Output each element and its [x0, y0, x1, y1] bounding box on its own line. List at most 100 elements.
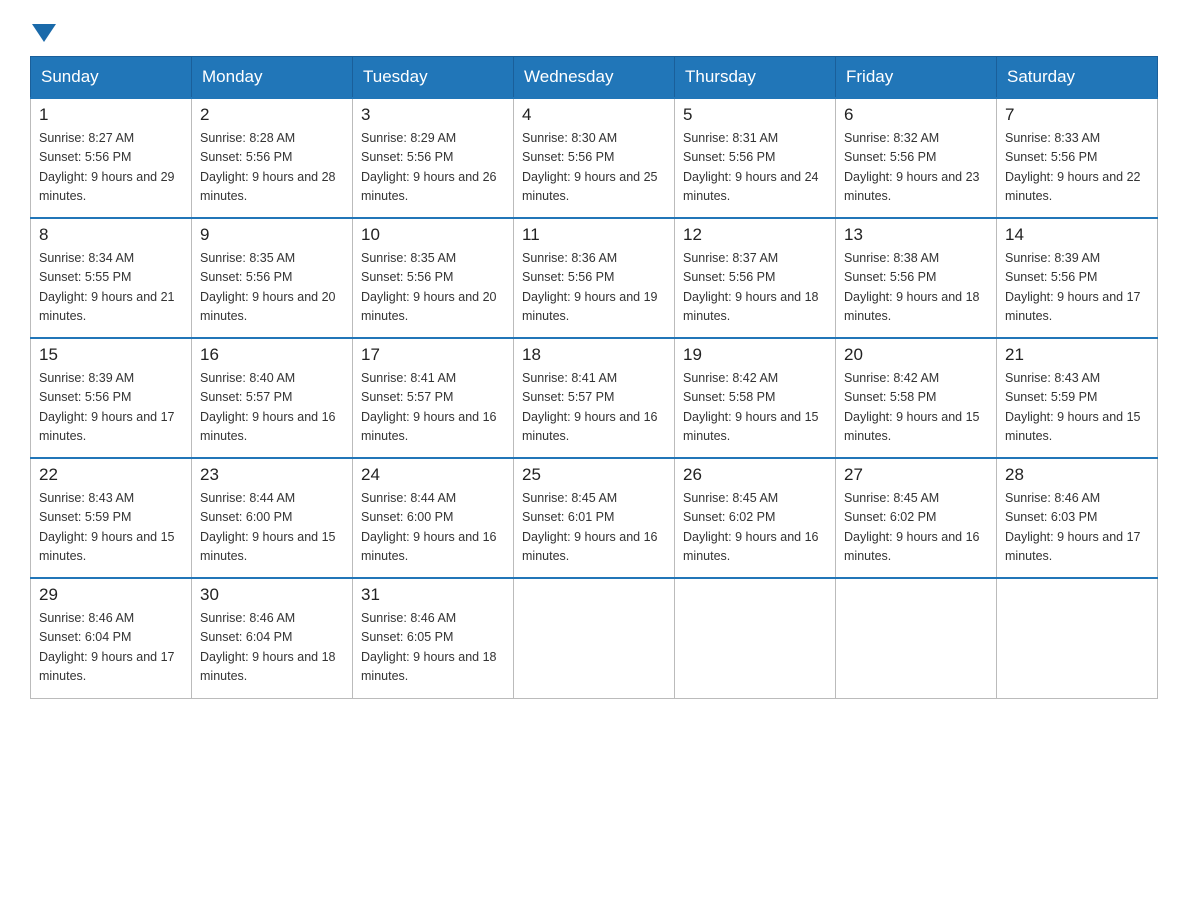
day-info: Sunrise: 8:42 AMSunset: 5:58 PMDaylight:… — [844, 369, 988, 447]
day-number: 17 — [361, 345, 505, 365]
calendar-cell: 16 Sunrise: 8:40 AMSunset: 5:57 PMDaylig… — [192, 338, 353, 458]
day-info: Sunrise: 8:43 AMSunset: 5:59 PMDaylight:… — [39, 489, 183, 567]
calendar-cell: 2 Sunrise: 8:28 AMSunset: 5:56 PMDayligh… — [192, 98, 353, 218]
logo-arrow-icon — [32, 24, 56, 42]
calendar-header-wednesday: Wednesday — [514, 57, 675, 99]
day-number: 18 — [522, 345, 666, 365]
week-row-1: 1 Sunrise: 8:27 AMSunset: 5:56 PMDayligh… — [31, 98, 1158, 218]
day-number: 19 — [683, 345, 827, 365]
day-info: Sunrise: 8:46 AMSunset: 6:05 PMDaylight:… — [361, 609, 505, 687]
calendar-cell: 21 Sunrise: 8:43 AMSunset: 5:59 PMDaylig… — [997, 338, 1158, 458]
logo — [30, 20, 58, 38]
day-number: 1 — [39, 105, 183, 125]
calendar-cell: 11 Sunrise: 8:36 AMSunset: 5:56 PMDaylig… — [514, 218, 675, 338]
day-number: 31 — [361, 585, 505, 605]
calendar-cell: 13 Sunrise: 8:38 AMSunset: 5:56 PMDaylig… — [836, 218, 997, 338]
calendar-cell: 27 Sunrise: 8:45 AMSunset: 6:02 PMDaylig… — [836, 458, 997, 578]
week-row-2: 8 Sunrise: 8:34 AMSunset: 5:55 PMDayligh… — [31, 218, 1158, 338]
calendar-header-friday: Friday — [836, 57, 997, 99]
day-info: Sunrise: 8:34 AMSunset: 5:55 PMDaylight:… — [39, 249, 183, 327]
day-number: 23 — [200, 465, 344, 485]
day-number: 22 — [39, 465, 183, 485]
calendar-cell — [997, 578, 1158, 698]
day-info: Sunrise: 8:46 AMSunset: 6:04 PMDaylight:… — [39, 609, 183, 687]
calendar-cell — [514, 578, 675, 698]
day-number: 30 — [200, 585, 344, 605]
day-number: 20 — [844, 345, 988, 365]
calendar-cell: 9 Sunrise: 8:35 AMSunset: 5:56 PMDayligh… — [192, 218, 353, 338]
calendar-cell: 22 Sunrise: 8:43 AMSunset: 5:59 PMDaylig… — [31, 458, 192, 578]
day-info: Sunrise: 8:45 AMSunset: 6:01 PMDaylight:… — [522, 489, 666, 567]
day-number: 11 — [522, 225, 666, 245]
calendar-cell: 3 Sunrise: 8:29 AMSunset: 5:56 PMDayligh… — [353, 98, 514, 218]
week-row-5: 29 Sunrise: 8:46 AMSunset: 6:04 PMDaylig… — [31, 578, 1158, 698]
calendar-cell: 5 Sunrise: 8:31 AMSunset: 5:56 PMDayligh… — [675, 98, 836, 218]
day-info: Sunrise: 8:30 AMSunset: 5:56 PMDaylight:… — [522, 129, 666, 207]
day-info: Sunrise: 8:42 AMSunset: 5:58 PMDaylight:… — [683, 369, 827, 447]
calendar-cell: 12 Sunrise: 8:37 AMSunset: 5:56 PMDaylig… — [675, 218, 836, 338]
calendar-header-sunday: Sunday — [31, 57, 192, 99]
calendar-cell: 4 Sunrise: 8:30 AMSunset: 5:56 PMDayligh… — [514, 98, 675, 218]
day-info: Sunrise: 8:32 AMSunset: 5:56 PMDaylight:… — [844, 129, 988, 207]
day-info: Sunrise: 8:39 AMSunset: 5:56 PMDaylight:… — [39, 369, 183, 447]
day-number: 26 — [683, 465, 827, 485]
calendar-header-thursday: Thursday — [675, 57, 836, 99]
day-info: Sunrise: 8:36 AMSunset: 5:56 PMDaylight:… — [522, 249, 666, 327]
calendar-cell: 7 Sunrise: 8:33 AMSunset: 5:56 PMDayligh… — [997, 98, 1158, 218]
day-number: 2 — [200, 105, 344, 125]
day-number: 6 — [844, 105, 988, 125]
calendar-header-tuesday: Tuesday — [353, 57, 514, 99]
calendar-cell: 6 Sunrise: 8:32 AMSunset: 5:56 PMDayligh… — [836, 98, 997, 218]
day-info: Sunrise: 8:44 AMSunset: 6:00 PMDaylight:… — [361, 489, 505, 567]
day-info: Sunrise: 8:29 AMSunset: 5:56 PMDaylight:… — [361, 129, 505, 207]
calendar-cell: 19 Sunrise: 8:42 AMSunset: 5:58 PMDaylig… — [675, 338, 836, 458]
day-number: 21 — [1005, 345, 1149, 365]
day-number: 8 — [39, 225, 183, 245]
day-number: 12 — [683, 225, 827, 245]
day-info: Sunrise: 8:44 AMSunset: 6:00 PMDaylight:… — [200, 489, 344, 567]
calendar-cell: 23 Sunrise: 8:44 AMSunset: 6:00 PMDaylig… — [192, 458, 353, 578]
day-number: 5 — [683, 105, 827, 125]
day-info: Sunrise: 8:41 AMSunset: 5:57 PMDaylight:… — [522, 369, 666, 447]
week-row-3: 15 Sunrise: 8:39 AMSunset: 5:56 PMDaylig… — [31, 338, 1158, 458]
day-info: Sunrise: 8:31 AMSunset: 5:56 PMDaylight:… — [683, 129, 827, 207]
day-number: 4 — [522, 105, 666, 125]
calendar-cell — [675, 578, 836, 698]
week-row-4: 22 Sunrise: 8:43 AMSunset: 5:59 PMDaylig… — [31, 458, 1158, 578]
calendar-cell: 29 Sunrise: 8:46 AMSunset: 6:04 PMDaylig… — [31, 578, 192, 698]
page-header — [30, 20, 1158, 38]
day-number: 9 — [200, 225, 344, 245]
day-number: 24 — [361, 465, 505, 485]
day-number: 27 — [844, 465, 988, 485]
day-number: 16 — [200, 345, 344, 365]
calendar-header-row: SundayMondayTuesdayWednesdayThursdayFrid… — [31, 57, 1158, 99]
day-number: 14 — [1005, 225, 1149, 245]
calendar-header-monday: Monday — [192, 57, 353, 99]
day-info: Sunrise: 8:38 AMSunset: 5:56 PMDaylight:… — [844, 249, 988, 327]
calendar-cell: 10 Sunrise: 8:35 AMSunset: 5:56 PMDaylig… — [353, 218, 514, 338]
day-info: Sunrise: 8:37 AMSunset: 5:56 PMDaylight:… — [683, 249, 827, 327]
calendar-cell: 14 Sunrise: 8:39 AMSunset: 5:56 PMDaylig… — [997, 218, 1158, 338]
day-number: 10 — [361, 225, 505, 245]
calendar-table: SundayMondayTuesdayWednesdayThursdayFrid… — [30, 56, 1158, 699]
calendar-cell: 30 Sunrise: 8:46 AMSunset: 6:04 PMDaylig… — [192, 578, 353, 698]
calendar-cell: 17 Sunrise: 8:41 AMSunset: 5:57 PMDaylig… — [353, 338, 514, 458]
day-info: Sunrise: 8:46 AMSunset: 6:04 PMDaylight:… — [200, 609, 344, 687]
calendar-cell: 8 Sunrise: 8:34 AMSunset: 5:55 PMDayligh… — [31, 218, 192, 338]
day-info: Sunrise: 8:33 AMSunset: 5:56 PMDaylight:… — [1005, 129, 1149, 207]
day-info: Sunrise: 8:35 AMSunset: 5:56 PMDaylight:… — [200, 249, 344, 327]
day-number: 28 — [1005, 465, 1149, 485]
calendar-header-saturday: Saturday — [997, 57, 1158, 99]
day-info: Sunrise: 8:27 AMSunset: 5:56 PMDaylight:… — [39, 129, 183, 207]
day-info: Sunrise: 8:28 AMSunset: 5:56 PMDaylight:… — [200, 129, 344, 207]
day-info: Sunrise: 8:43 AMSunset: 5:59 PMDaylight:… — [1005, 369, 1149, 447]
calendar-cell: 26 Sunrise: 8:45 AMSunset: 6:02 PMDaylig… — [675, 458, 836, 578]
day-info: Sunrise: 8:35 AMSunset: 5:56 PMDaylight:… — [361, 249, 505, 327]
day-info: Sunrise: 8:45 AMSunset: 6:02 PMDaylight:… — [683, 489, 827, 567]
day-info: Sunrise: 8:40 AMSunset: 5:57 PMDaylight:… — [200, 369, 344, 447]
day-info: Sunrise: 8:45 AMSunset: 6:02 PMDaylight:… — [844, 489, 988, 567]
calendar-cell: 24 Sunrise: 8:44 AMSunset: 6:00 PMDaylig… — [353, 458, 514, 578]
day-number: 25 — [522, 465, 666, 485]
day-number: 13 — [844, 225, 988, 245]
calendar-cell — [836, 578, 997, 698]
